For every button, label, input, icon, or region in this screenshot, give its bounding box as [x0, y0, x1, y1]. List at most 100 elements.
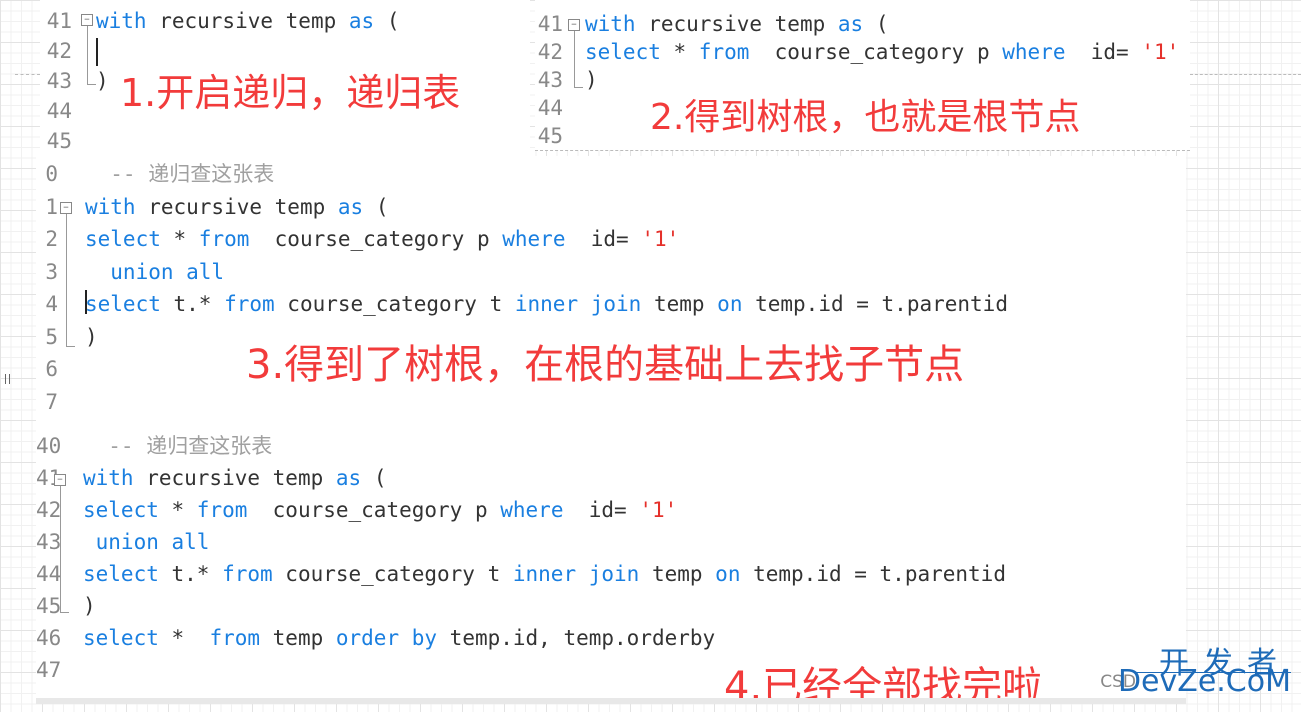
identifier: ) [585, 68, 598, 92]
identifier: t.* [160, 292, 225, 316]
comment: -- 递归查这张表 [83, 434, 273, 458]
keyword: as [837, 12, 864, 36]
code-text: with recursive temp as ( [85, 191, 388, 224]
line-number: 6 [45, 357, 58, 381]
code-line[interactable]: 3 union all [36, 256, 1186, 289]
code-text: ) [96, 66, 109, 96]
identifier: recursive temp [133, 466, 336, 490]
code-line[interactable]: 1 with recursive temp as ( [36, 191, 1186, 224]
identifier: recursive temp [635, 12, 838, 36]
fold-toggle-icon[interactable]: − [568, 19, 580, 31]
identifier: course_category t [274, 292, 515, 316]
identifier: temp [641, 292, 718, 316]
code-text: with recursive temp as ( [585, 10, 888, 38]
fold-toggle-icon[interactable]: − [60, 202, 72, 214]
line-number: 45 [46, 129, 72, 153]
line-number: 43 [537, 68, 563, 92]
code-text: with recursive temp as ( [96, 6, 399, 36]
code-line[interactable]: 45) [36, 590, 1186, 622]
snippet-4-editor: 40 -- 递归查这张表 41 with recursive temp as (42… [36, 414, 1186, 710]
code-text: ) [83, 590, 96, 622]
keyword: select [83, 562, 159, 586]
watermark-site: DevZe.CoM [1117, 664, 1291, 699]
identifier: temp.id, temp.orderby [437, 626, 716, 650]
annotation-2: 2.得到树根，也就是根节点 [650, 97, 1081, 138]
line-number: 41 [537, 12, 563, 36]
keyword: from [198, 227, 250, 251]
string-literal: '1' [639, 498, 678, 522]
code-line[interactable]: 2 select * from course_category p where i… [36, 223, 1186, 256]
code-line[interactable]: 45 [40, 126, 530, 156]
code-line[interactable]: 4 select t.* from course_category t inner… [36, 288, 1186, 321]
code-text: select t.* from course_category t inner … [85, 288, 1008, 321]
code-line[interactable]: 42 select * from course_category p where … [535, 38, 1190, 66]
fold-toggle-icon[interactable]: − [81, 14, 93, 26]
code-line[interactable]: 41 with recursive temp as ( [40, 6, 530, 36]
identifier: course_category p [749, 40, 1003, 64]
keyword: inner join [512, 562, 640, 586]
line-number: 42 [36, 498, 62, 522]
keyword: inner join [514, 292, 642, 316]
identifier: id= [1065, 40, 1142, 64]
line-number: 2 [45, 227, 58, 251]
line-number: 42 [46, 39, 72, 63]
code-line[interactable]: 40 -- 递归查这张表 [36, 430, 1186, 462]
code-text: ) [585, 66, 598, 94]
keyword: on [717, 292, 743, 316]
identifier: temp.id = t.parentid [742, 292, 1008, 316]
code-line[interactable]: 44 select t.* from course_category t inne… [36, 558, 1186, 590]
keyword: from [209, 626, 261, 650]
identifier: ) [85, 324, 98, 349]
snippet-2-editor: 41 with recursive temp as (42 select * fro… [535, 0, 1190, 150]
keyword: with [585, 12, 636, 36]
keyword: from [698, 40, 750, 64]
identifier: * [158, 626, 210, 650]
code-line[interactable]: 41 with recursive temp as ( [535, 10, 1190, 38]
line-number: 41 [36, 466, 62, 490]
side-handle-icon[interactable] [5, 374, 10, 384]
horizontal-scrollbar[interactable] [36, 698, 1186, 704]
fold-guide [66, 214, 67, 338]
identifier: ) [83, 594, 96, 618]
divider [15, 74, 40, 75]
code-text: -- 递归查这张表 [83, 430, 272, 462]
identifier: recursive temp [146, 9, 349, 33]
identifier: recursive temp [135, 194, 338, 219]
identifier: temp [639, 562, 716, 586]
string-literal: '1' [1141, 40, 1180, 64]
fold-guide-end [574, 79, 583, 88]
keyword: from [196, 498, 248, 522]
code-text: select * from course_category p where id… [585, 38, 1179, 66]
line-number: 47 [36, 658, 62, 682]
annotation-1: 1.开启递归，递归表 [120, 71, 461, 115]
keyword: from [222, 562, 273, 586]
keyword: select [85, 227, 161, 251]
fold-guide-end [87, 76, 96, 85]
keyword: select [83, 626, 159, 650]
keyword: select [585, 40, 661, 64]
identifier: temp.id = t.parentid [740, 562, 1006, 586]
identifier: id= [565, 227, 642, 251]
fold-toggle-icon[interactable]: − [54, 474, 66, 486]
line-number: 43 [36, 530, 62, 554]
code-line[interactable]: 42 select * from course_category p where … [36, 494, 1186, 526]
keyword: as [335, 466, 362, 490]
identifier: ( [363, 194, 389, 219]
keyword: as [337, 194, 364, 219]
line-number: 40 [36, 434, 62, 458]
identifier: course_category p [249, 227, 503, 251]
snippet-1-editor: 41 with recursive temp as (42 43) 44 45 − 1.… [40, 0, 530, 158]
divider [535, 150, 1190, 151]
keyword: union all [85, 259, 225, 284]
code-line[interactable]: 43 union all [36, 526, 1186, 558]
divider [1190, 74, 1301, 75]
code-line[interactable]: 0 -- 递归查这张表 [36, 158, 1186, 191]
code-line[interactable]: 41 with recursive temp as ( [36, 462, 1186, 494]
line-number: 4 [45, 292, 58, 316]
code-text: with recursive temp as ( [83, 462, 386, 494]
keyword: where [500, 498, 564, 522]
code-line[interactable]: 46 select * from temp order by temp.id, t… [36, 622, 1186, 654]
code-text: select * from course_category p where id… [83, 494, 677, 526]
keyword: where [502, 227, 566, 251]
code-text: select t.* from course_category t inner … [83, 558, 1006, 590]
